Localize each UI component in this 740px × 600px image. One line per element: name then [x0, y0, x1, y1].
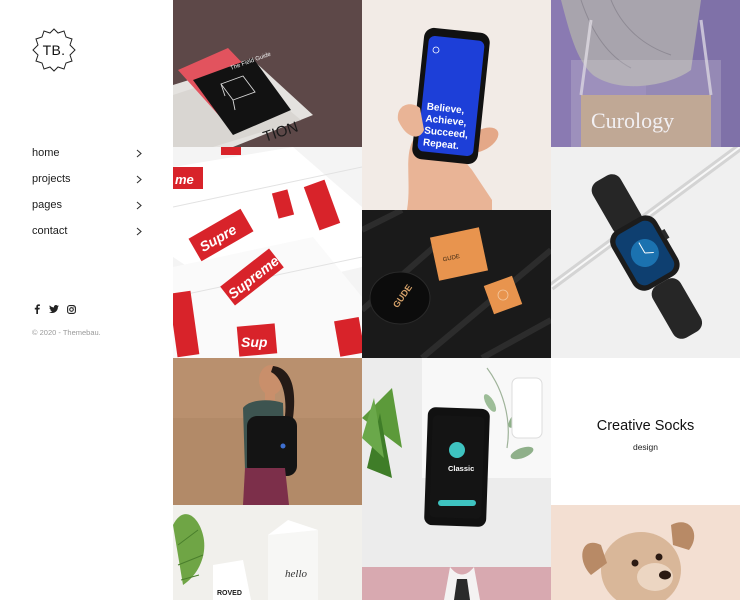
tote-bag-photo: Curology [551, 0, 740, 147]
portfolio-item-curology[interactable]: Curology [551, 0, 740, 147]
nav-item-label: contact [32, 225, 68, 237]
portfolio-item-book[interactable]: The Field Guide TION [173, 0, 362, 147]
nav-item-label: pages [32, 199, 62, 211]
nav-item-pages[interactable]: pages [32, 192, 144, 218]
facebook-icon[interactable] [32, 304, 42, 314]
project-category: design [632, 441, 659, 452]
nav-item-projects[interactable]: projects [32, 166, 144, 192]
nav-item-label: projects [32, 173, 71, 185]
dog-photo [551, 505, 740, 600]
portfolio-item-dog[interactable] [551, 505, 740, 600]
instagram-icon[interactable] [66, 304, 76, 314]
portfolio-item-supreme[interactable]: me Supre Supreme Sup [173, 147, 362, 358]
app-title-text: Classic [448, 464, 474, 473]
chevron-right-icon [134, 200, 144, 210]
milk-carton-photo: hello ROVED [173, 505, 362, 600]
chevron-right-icon [134, 226, 144, 236]
gude-packaging-photo: GUDE GUDE [362, 210, 551, 358]
app-phone-photo: Classic [362, 358, 551, 567]
copyright-text: © 2020 - Themebau. [32, 328, 101, 337]
logo[interactable]: TB. [32, 28, 76, 72]
smartwatch-photo [551, 147, 740, 358]
bag-brand-text: Curology [591, 108, 674, 133]
twitter-icon[interactable] [49, 304, 59, 314]
logo-text: TB. [42, 42, 66, 58]
portfolio-item-pink[interactable] [362, 567, 551, 600]
nav-item-label: home [32, 147, 60, 159]
portfolio-item-creative-socks[interactable]: Creative Socks design [551, 358, 740, 505]
backpack-model-photo [173, 358, 362, 505]
social-links [32, 304, 76, 314]
portfolio-item-backpack[interactable] [173, 358, 362, 505]
portfolio-item-carton[interactable]: hello ROVED [173, 505, 362, 600]
portfolio-item-gude[interactable]: GUDE GUDE [362, 210, 551, 358]
portfolio-item-watch[interactable] [551, 147, 740, 358]
svg-text:me: me [175, 172, 194, 187]
main-nav: home projects pages contact [32, 140, 144, 244]
carton-label-text: hello [285, 568, 307, 580]
sidebar: TB. home projects pages contact © 2020 -… [0, 0, 173, 600]
nav-item-home[interactable]: home [32, 140, 144, 166]
project-title[interactable]: Creative Socks [597, 418, 695, 434]
phone-in-hand-photo: Believe, Achieve, Succeed, Repeat. [362, 0, 551, 210]
carton-brand-text: ROVED [217, 590, 242, 597]
nav-item-contact[interactable]: contact [32, 218, 144, 244]
svg-text:Sup: Sup [241, 334, 268, 350]
supreme-stickers-photo: me Supre Supreme Sup [173, 147, 362, 358]
chevron-right-icon [134, 148, 144, 158]
chevron-right-icon [134, 174, 144, 184]
book-photo: The Field Guide TION [173, 0, 362, 147]
portfolio-item-classic-app[interactable]: Classic [362, 358, 551, 567]
pink-photo [362, 567, 551, 600]
portfolio-item-phone-motivation[interactable]: Believe, Achieve, Succeed, Repeat. [362, 0, 551, 210]
